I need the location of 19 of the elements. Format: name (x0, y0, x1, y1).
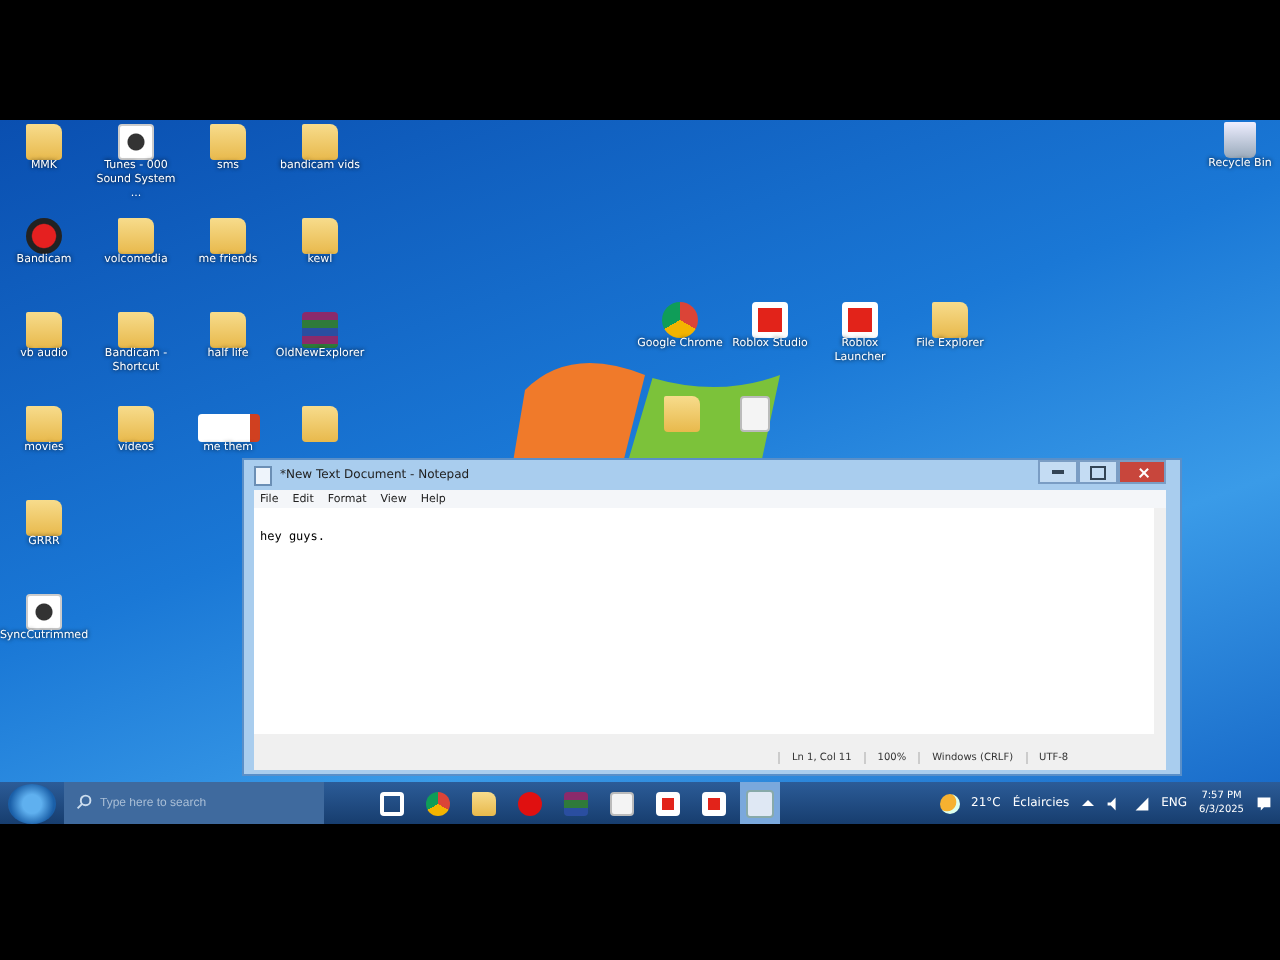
maximize-button[interactable] (1078, 460, 1118, 484)
minimize-button[interactable] (1038, 460, 1078, 484)
caret-icon[interactable] (1081, 800, 1094, 806)
folder-icon (664, 396, 700, 432)
notepad-icon (254, 465, 272, 485)
app-icon (932, 302, 968, 338)
search-icon (76, 794, 92, 810)
notification-icon[interactable] (1256, 795, 1272, 811)
weather-icon (939, 793, 960, 813)
recycle-bin-icon (1224, 122, 1256, 158)
scrollbar[interactable] (1154, 508, 1166, 734)
app-icon (662, 302, 698, 338)
app-icon (842, 302, 878, 338)
volume-icon[interactable] (1105, 795, 1122, 811)
scrollbar[interactable] (254, 734, 1166, 746)
close-button[interactable] (1118, 460, 1166, 484)
app-icon (752, 302, 788, 338)
start-button[interactable] (8, 783, 56, 823)
network-icon[interactable] (1133, 795, 1150, 811)
